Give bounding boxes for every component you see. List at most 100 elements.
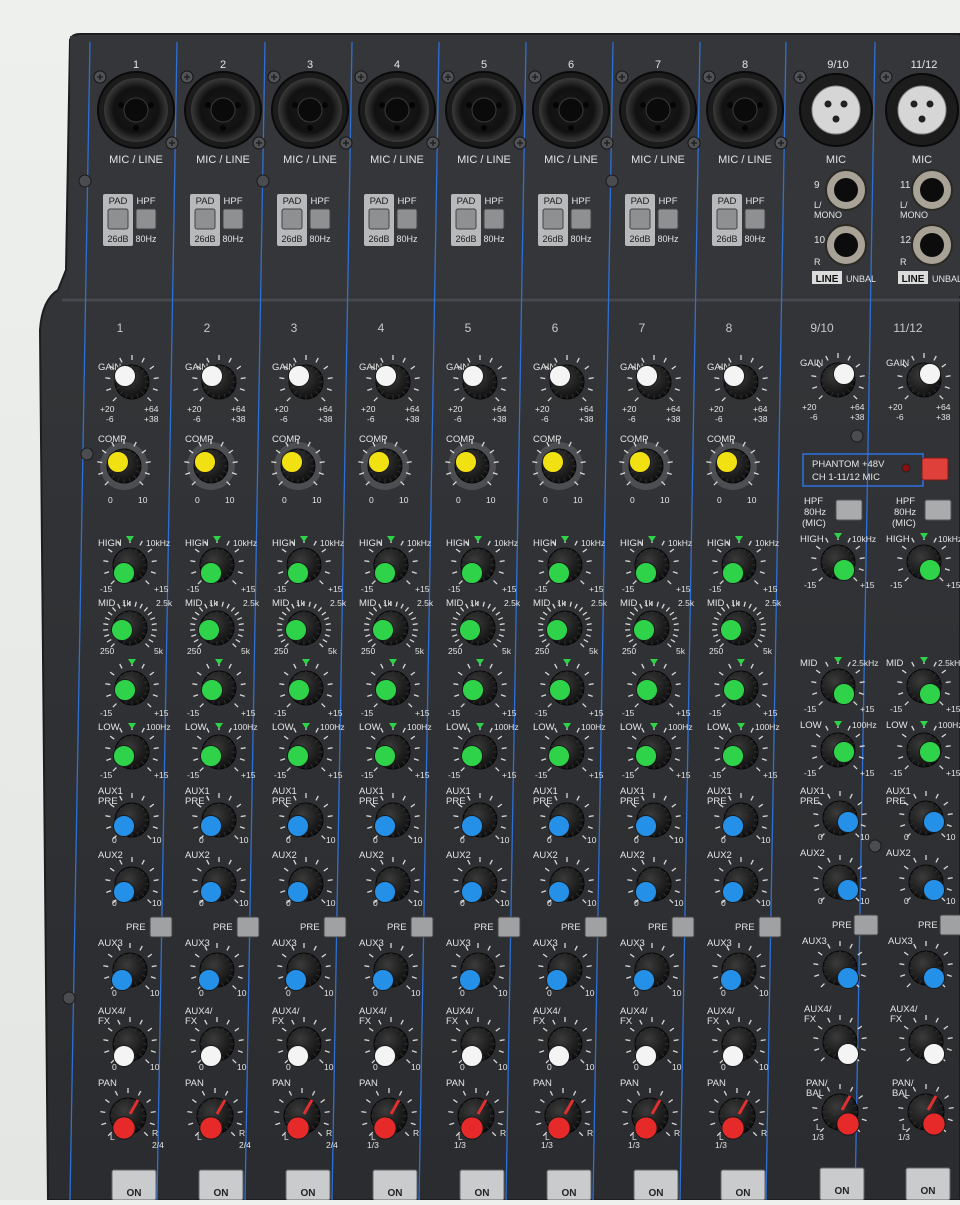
knob-tick <box>328 880 333 881</box>
hpf-button[interactable] <box>397 209 417 229</box>
pan-bus-label: 1/3 <box>898 1132 910 1142</box>
hpf-button[interactable] <box>484 209 504 229</box>
pad-button[interactable] <box>717 209 737 229</box>
combo-jack[interactable] <box>620 72 696 148</box>
knob-tick <box>190 966 195 967</box>
pre-button[interactable] <box>940 915 960 935</box>
phantom-switch[interactable] <box>922 458 948 480</box>
knob-cap <box>374 815 395 836</box>
pad-button[interactable] <box>369 209 389 229</box>
knob-tick <box>151 1112 156 1113</box>
hpf-value-label: 80Hz <box>222 234 244 244</box>
trs-jack[interactable] <box>912 170 952 210</box>
eq-min: -15 <box>448 708 461 718</box>
hpf-button[interactable] <box>571 209 591 229</box>
knob-cap <box>636 679 657 700</box>
high-label: HIGH <box>185 538 209 549</box>
hpf-button[interactable] <box>745 209 765 229</box>
combo-jack[interactable] <box>185 72 261 148</box>
knob-cap <box>716 451 737 472</box>
pan-bus-label: 1/3 <box>715 1140 727 1150</box>
knob-cap <box>201 679 222 700</box>
combo-jack[interactable] <box>272 72 348 148</box>
pre-button[interactable] <box>498 917 520 937</box>
pad-button[interactable] <box>630 209 650 229</box>
hpf-label: HPF <box>659 196 678 207</box>
aux-max: 10 <box>585 988 595 998</box>
gain-scale: -6 <box>367 414 375 424</box>
low-freq: 100Hz <box>668 722 693 732</box>
high-freq: 10kHz <box>146 538 170 548</box>
pan-label: PAN <box>272 1078 291 1089</box>
mic-line-label: MIC / LINE <box>196 154 250 166</box>
mid-2-5k: 2.5k <box>156 598 173 608</box>
knob-tick <box>946 558 951 559</box>
pre-button[interactable] <box>759 917 781 937</box>
knob-tick <box>676 816 681 817</box>
hpf-label: HPF <box>137 196 156 207</box>
pan-r: R <box>413 1128 419 1138</box>
pad-button[interactable] <box>456 209 476 229</box>
gain-scale: +64 <box>666 404 681 414</box>
combo-jack[interactable] <box>533 72 609 148</box>
pad-button[interactable] <box>543 209 563 229</box>
mic-line-label: MIC / LINE <box>283 154 337 166</box>
trs-jack[interactable] <box>912 225 952 265</box>
eq-min: -15 <box>187 708 200 718</box>
knob-tick <box>154 748 159 749</box>
gain-scale: +64 <box>231 404 246 414</box>
hpf-button[interactable] <box>136 209 156 229</box>
xlr-pin <box>307 125 313 131</box>
pre-button[interactable] <box>411 917 433 937</box>
knob-tick <box>277 624 282 625</box>
hpf-button[interactable] <box>310 209 330 229</box>
aux-min: 0 <box>547 898 552 908</box>
trs-jack[interactable] <box>826 225 866 265</box>
knob-tick <box>761 561 766 562</box>
jack-socket <box>385 98 409 122</box>
hpf-mic-button[interactable] <box>925 500 951 520</box>
comp-min: 0 <box>369 495 374 505</box>
combo-jack[interactable] <box>446 72 522 148</box>
pre-button[interactable] <box>585 917 607 937</box>
knob-tick <box>587 966 592 967</box>
knob-tick <box>625 561 630 562</box>
combo-jack[interactable] <box>359 72 435 148</box>
pad-value-label: 26dB <box>107 234 128 244</box>
pre-button[interactable] <box>237 917 259 937</box>
knob-tick <box>445 462 450 463</box>
hpf-mic-label: (MIC) <box>802 518 826 529</box>
hpf-mic-label: HPF <box>804 496 823 507</box>
knob-tick <box>412 1112 417 1113</box>
eq-min: -15 <box>535 708 548 718</box>
pre-button[interactable] <box>150 917 172 937</box>
knob-tick <box>192 816 197 817</box>
pre-button[interactable] <box>672 917 694 937</box>
line-jack-number: 9 <box>814 180 820 191</box>
hpf-button[interactable] <box>658 209 678 229</box>
pan-r: R <box>674 1128 680 1138</box>
hpf-button[interactable] <box>223 209 243 229</box>
xlr-jack[interactable] <box>800 74 872 146</box>
pre-button[interactable] <box>324 917 346 937</box>
combo-jack[interactable] <box>98 72 174 148</box>
trs-jack[interactable] <box>826 170 866 210</box>
hpf-mic-button[interactable] <box>836 500 862 520</box>
eq-max: +15 <box>415 584 430 594</box>
knob-cap <box>287 745 308 766</box>
xlr-jack[interactable] <box>886 74 958 146</box>
pre-button[interactable] <box>854 915 878 935</box>
aux-max: 10 <box>946 896 956 906</box>
pad-button[interactable] <box>195 209 215 229</box>
pad-button[interactable] <box>108 209 128 229</box>
knob-tick <box>627 748 632 749</box>
knob-tick <box>502 816 507 817</box>
knob-tick <box>279 378 284 379</box>
gain-scale: +20 <box>622 404 637 414</box>
aux-max: 10 <box>674 835 684 845</box>
pad-button[interactable] <box>282 209 302 229</box>
knob-tick <box>860 682 865 683</box>
aux-min: 0 <box>547 835 552 845</box>
knob-tick <box>589 684 594 685</box>
combo-jack[interactable] <box>707 72 783 148</box>
